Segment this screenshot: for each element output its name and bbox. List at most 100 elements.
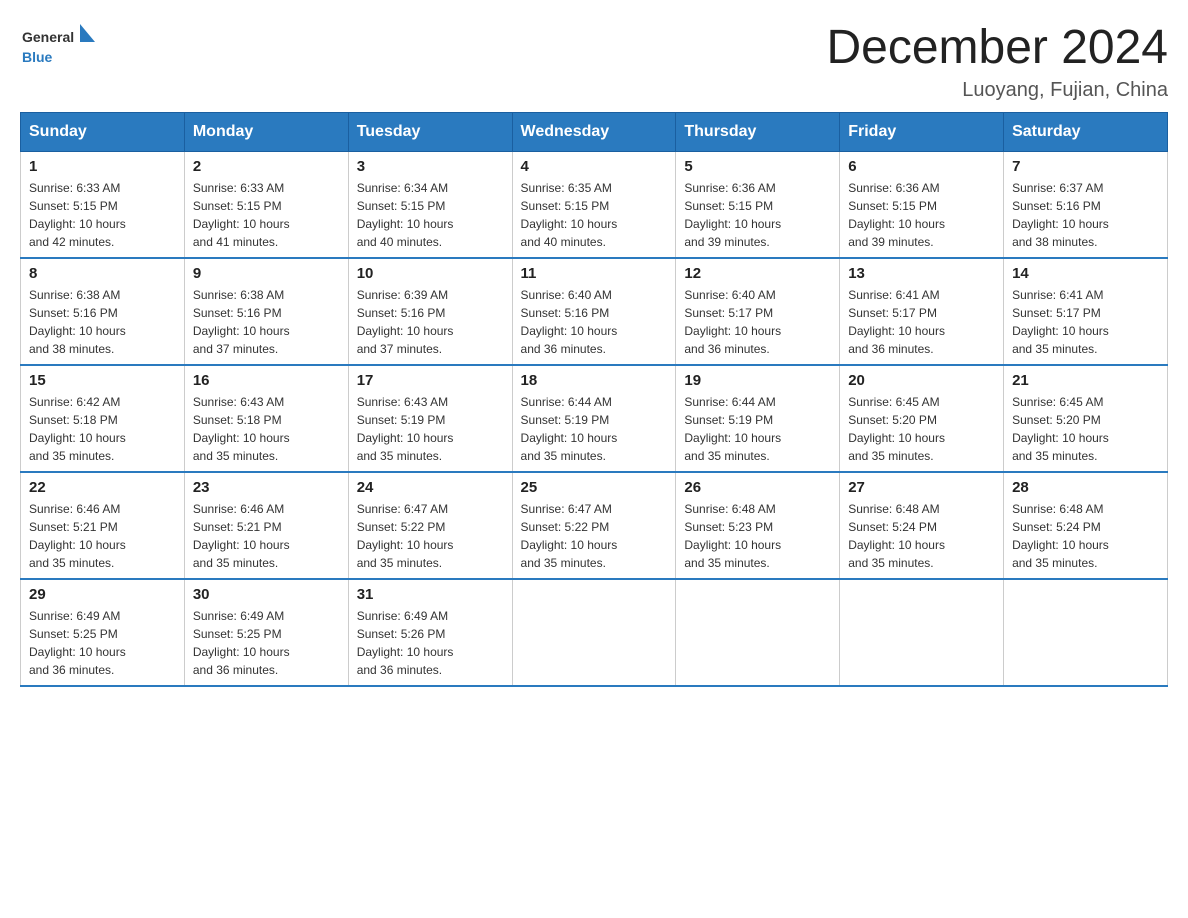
day-number: 17 [357,372,504,389]
day-info: Sunrise: 6:36 AMSunset: 5:15 PMDaylight:… [848,179,995,251]
calendar-cell: 10Sunrise: 6:39 AMSunset: 5:16 PMDayligh… [348,258,512,365]
day-info: Sunrise: 6:40 AMSunset: 5:16 PMDaylight:… [521,286,668,358]
calendar-cell: 30 Sunrise: 6:49 AMSunset: 5:25 PMDayligh… [184,579,348,686]
calendar-cell: 5 Sunrise: 6:36 AMSunset: 5:15 PMDaylight… [676,152,840,259]
day-number: 9 [193,265,340,282]
day-of-week-header: Tuesday [348,113,512,152]
calendar-cell: 9 Sunrise: 6:38 AMSunset: 5:16 PMDaylight… [184,258,348,365]
logo-svg: General Blue [20,20,100,80]
calendar-week-row: 29 Sunrise: 6:49 AMSunset: 5:25 PMDayligh… [21,579,1168,686]
day-info: Sunrise: 6:40 AMSunset: 5:17 PMDaylight:… [684,286,831,358]
day-of-week-header: Wednesday [512,113,676,152]
day-info: Sunrise: 6:44 AMSunset: 5:19 PMDaylight:… [521,393,668,465]
day-info: Sunrise: 6:33 AMSunset: 5:15 PMDaylight:… [193,179,340,251]
day-info: Sunrise: 6:48 AMSunset: 5:24 PMDaylight:… [1012,500,1159,572]
calendar-cell [840,579,1004,686]
calendar-cell: 24 Sunrise: 6:47 AMSunset: 5:22 PMDayligh… [348,472,512,579]
calendar-week-row: 15 Sunrise: 6:42 AMSunset: 5:18 PMDayligh… [21,365,1168,472]
day-number: 5 [684,158,831,175]
day-info: Sunrise: 6:46 AMSunset: 5:21 PMDaylight:… [193,500,340,572]
page-header: General Blue December 2024 Luoyang, Fuji… [20,20,1168,102]
calendar-cell: 25 Sunrise: 6:47 AMSunset: 5:22 PMDayligh… [512,472,676,579]
day-number: 12 [684,265,831,282]
calendar-cell: 14 Sunrise: 6:41 AMSunset: 5:17 PMDayligh… [1004,258,1168,365]
day-info: Sunrise: 6:43 AMSunset: 5:19 PMDaylight:… [357,393,504,465]
day-info: Sunrise: 6:46 AMSunset: 5:21 PMDaylight:… [29,500,176,572]
svg-text:Blue: Blue [22,49,53,65]
day-info: Sunrise: 6:49 AMSunset: 5:25 PMDaylight:… [193,607,340,679]
calendar-cell: 7 Sunrise: 6:37 AMSunset: 5:16 PMDaylight… [1004,152,1168,259]
day-info: Sunrise: 6:45 AMSunset: 5:20 PMDaylight:… [1012,393,1159,465]
calendar-cell: 18 Sunrise: 6:44 AMSunset: 5:19 PMDayligh… [512,365,676,472]
calendar-cell [676,579,840,686]
day-number: 11 [521,265,668,282]
calendar-cell: 31 Sunrise: 6:49 AMSunset: 5:26 PMDayligh… [348,579,512,686]
day-info: Sunrise: 6:42 AMSunset: 5:18 PMDaylight:… [29,393,176,465]
calendar-cell [512,579,676,686]
calendar-cell [1004,579,1168,686]
day-of-week-header: Friday [840,113,1004,152]
calendar-week-row: 8Sunrise: 6:38 AMSunset: 5:16 PMDaylight… [21,258,1168,365]
calendar-cell: 6Sunrise: 6:36 AMSunset: 5:15 PMDaylight… [840,152,1004,259]
calendar-header-row: SundayMondayTuesdayWednesdayThursdayFrid… [21,113,1168,152]
day-number: 30 [193,586,340,603]
calendar-cell: 13Sunrise: 6:41 AMSunset: 5:17 PMDayligh… [840,258,1004,365]
calendar-cell: 26 Sunrise: 6:48 AMSunset: 5:23 PMDayligh… [676,472,840,579]
calendar-cell: 17 Sunrise: 6:43 AMSunset: 5:19 PMDayligh… [348,365,512,472]
svg-text:General: General [22,29,74,45]
day-number: 14 [1012,265,1159,282]
day-info: Sunrise: 6:43 AMSunset: 5:18 PMDaylight:… [193,393,340,465]
day-info: Sunrise: 6:45 AMSunset: 5:20 PMDaylight:… [848,393,995,465]
day-info: Sunrise: 6:41 AMSunset: 5:17 PMDaylight:… [848,286,995,358]
day-number: 1 [29,158,176,175]
calendar-cell: 11 Sunrise: 6:40 AMSunset: 5:16 PMDayligh… [512,258,676,365]
day-number: 3 [357,158,504,175]
day-number: 18 [521,372,668,389]
day-number: 23 [193,479,340,496]
day-info: Sunrise: 6:38 AMSunset: 5:16 PMDaylight:… [193,286,340,358]
day-number: 27 [848,479,995,496]
calendar-cell: 28 Sunrise: 6:48 AMSunset: 5:24 PMDayligh… [1004,472,1168,579]
day-number: 28 [1012,479,1159,496]
day-info: Sunrise: 6:38 AMSunset: 5:16 PMDaylight:… [29,286,176,358]
day-number: 21 [1012,372,1159,389]
day-number: 15 [29,372,176,389]
logo-image: General Blue [20,20,100,80]
calendar-cell: 2 Sunrise: 6:33 AMSunset: 5:15 PMDaylight… [184,152,348,259]
calendar-cell: 4 Sunrise: 6:35 AMSunset: 5:15 PMDaylight… [512,152,676,259]
day-number: 26 [684,479,831,496]
day-number: 4 [521,158,668,175]
day-info: Sunrise: 6:47 AMSunset: 5:22 PMDaylight:… [521,500,668,572]
day-of-week-header: Monday [184,113,348,152]
calendar-cell: 15 Sunrise: 6:42 AMSunset: 5:18 PMDayligh… [21,365,185,472]
day-info: Sunrise: 6:44 AMSunset: 5:19 PMDaylight:… [684,393,831,465]
calendar-cell: 20 Sunrise: 6:45 AMSunset: 5:20 PMDayligh… [840,365,1004,472]
day-info: Sunrise: 6:36 AMSunset: 5:15 PMDaylight:… [684,179,831,251]
calendar-table: SundayMondayTuesdayWednesdayThursdayFrid… [20,112,1168,687]
day-info: Sunrise: 6:47 AMSunset: 5:22 PMDaylight:… [357,500,504,572]
day-info: Sunrise: 6:39 AMSunset: 5:16 PMDaylight:… [357,286,504,358]
day-info: Sunrise: 6:33 AMSunset: 5:15 PMDaylight:… [29,179,176,251]
day-number: 7 [1012,158,1159,175]
day-number: 24 [357,479,504,496]
day-of-week-header: Saturday [1004,113,1168,152]
day-of-week-header: Thursday [676,113,840,152]
day-number: 20 [848,372,995,389]
location: Luoyang, Fujian, China [826,79,1168,102]
calendar-cell: 21 Sunrise: 6:45 AMSunset: 5:20 PMDayligh… [1004,365,1168,472]
calendar-cell: 1 Sunrise: 6:33 AMSunset: 5:15 PMDaylight… [21,152,185,259]
day-info: Sunrise: 6:35 AMSunset: 5:15 PMDaylight:… [521,179,668,251]
month-title: December 2024 [826,20,1168,75]
calendar-week-row: 22Sunrise: 6:46 AMSunset: 5:21 PMDayligh… [21,472,1168,579]
day-number: 19 [684,372,831,389]
day-number: 16 [193,372,340,389]
day-info: Sunrise: 6:37 AMSunset: 5:16 PMDaylight:… [1012,179,1159,251]
day-info: Sunrise: 6:49 AMSunset: 5:26 PMDaylight:… [357,607,504,679]
day-number: 25 [521,479,668,496]
calendar-cell: 16 Sunrise: 6:43 AMSunset: 5:18 PMDayligh… [184,365,348,472]
day-number: 29 [29,586,176,603]
day-info: Sunrise: 6:48 AMSunset: 5:23 PMDaylight:… [684,500,831,572]
day-info: Sunrise: 6:41 AMSunset: 5:17 PMDaylight:… [1012,286,1159,358]
day-number: 2 [193,158,340,175]
day-number: 31 [357,586,504,603]
